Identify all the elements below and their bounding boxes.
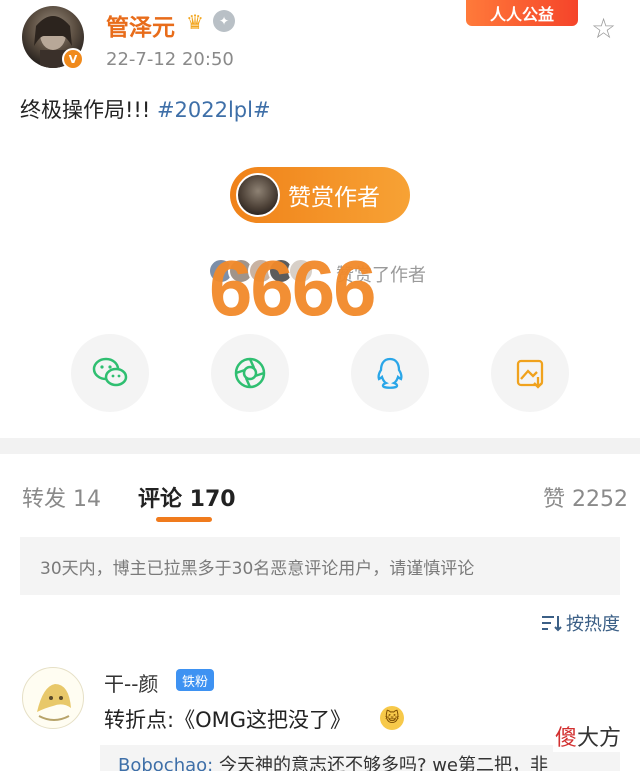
save-image-icon	[516, 359, 544, 389]
cat-emoji-icon: 😺	[380, 706, 404, 730]
section-divider	[0, 438, 640, 454]
active-tab-indicator	[156, 517, 212, 522]
favorite-star-icon[interactable]: ☆	[591, 12, 616, 45]
post-body: 终极操作局!!!	[20, 98, 157, 122]
watermark: 傻大方	[553, 720, 624, 752]
commenter-avatar[interactable]	[22, 667, 84, 729]
watermark-red: 傻	[555, 726, 578, 751]
share-moments-button[interactable]	[211, 334, 289, 412]
fan-badge: 铁粉	[176, 669, 215, 691]
save-image-button[interactable]	[491, 334, 569, 412]
verified-badge-icon: V	[62, 48, 84, 70]
reward-author-button[interactable]: 赞赏作者	[230, 167, 410, 223]
reward-button-label: 赞赏作者	[288, 185, 380, 211]
sort-icon	[542, 616, 562, 632]
commenter-name[interactable]: 干--颜	[104, 668, 158, 697]
wechat-icon	[92, 357, 128, 387]
author-name[interactable]: 管泽元	[106, 8, 175, 42]
moments-icon	[234, 357, 266, 389]
silver-medal-icon: ✦	[213, 10, 235, 32]
crown-medal-icon: ♛	[186, 10, 204, 34]
reply-preview[interactable]: Bobochao: 今天神的意志还不够多吗? we第二把，非	[100, 745, 620, 771]
share-qq-button[interactable]	[351, 334, 429, 412]
tab-repost[interactable]: 转发 14	[22, 481, 101, 513]
post-timestamp: 22-7-12 20:50	[106, 49, 234, 70]
tab-like[interactable]: 赞 2252	[543, 481, 628, 513]
charity-badge[interactable]: 人人公益	[466, 0, 578, 26]
comment-notice: 30天内，博主已拉黑多于30名恶意评论用户，请谨慎评论	[20, 537, 620, 595]
share-wechat-button[interactable]	[71, 334, 149, 412]
overlay-number: 6666	[209, 244, 377, 332]
hashtag-link[interactable]: #2022lpl#	[157, 98, 271, 122]
reply-text: 今天神的意志还不够多吗? we第二把，非	[213, 755, 549, 771]
qq-icon	[377, 357, 403, 389]
comment-text: 转折点:《OMG这把没了》	[104, 708, 351, 732]
sort-label: 按热度	[566, 614, 620, 635]
tab-comment[interactable]: 评论 170	[138, 481, 236, 513]
watermark-rest: 大方	[577, 726, 622, 751]
reply-author[interactable]: Bobochao:	[118, 755, 213, 771]
sort-by-hot-button[interactable]: 按热度	[540, 610, 620, 636]
post-text: 终极操作局!!! #2022lpl#	[20, 94, 271, 124]
reward-avatar	[236, 173, 280, 217]
tab-bar: 转发 14 评论 170 赞 2252	[0, 454, 640, 528]
